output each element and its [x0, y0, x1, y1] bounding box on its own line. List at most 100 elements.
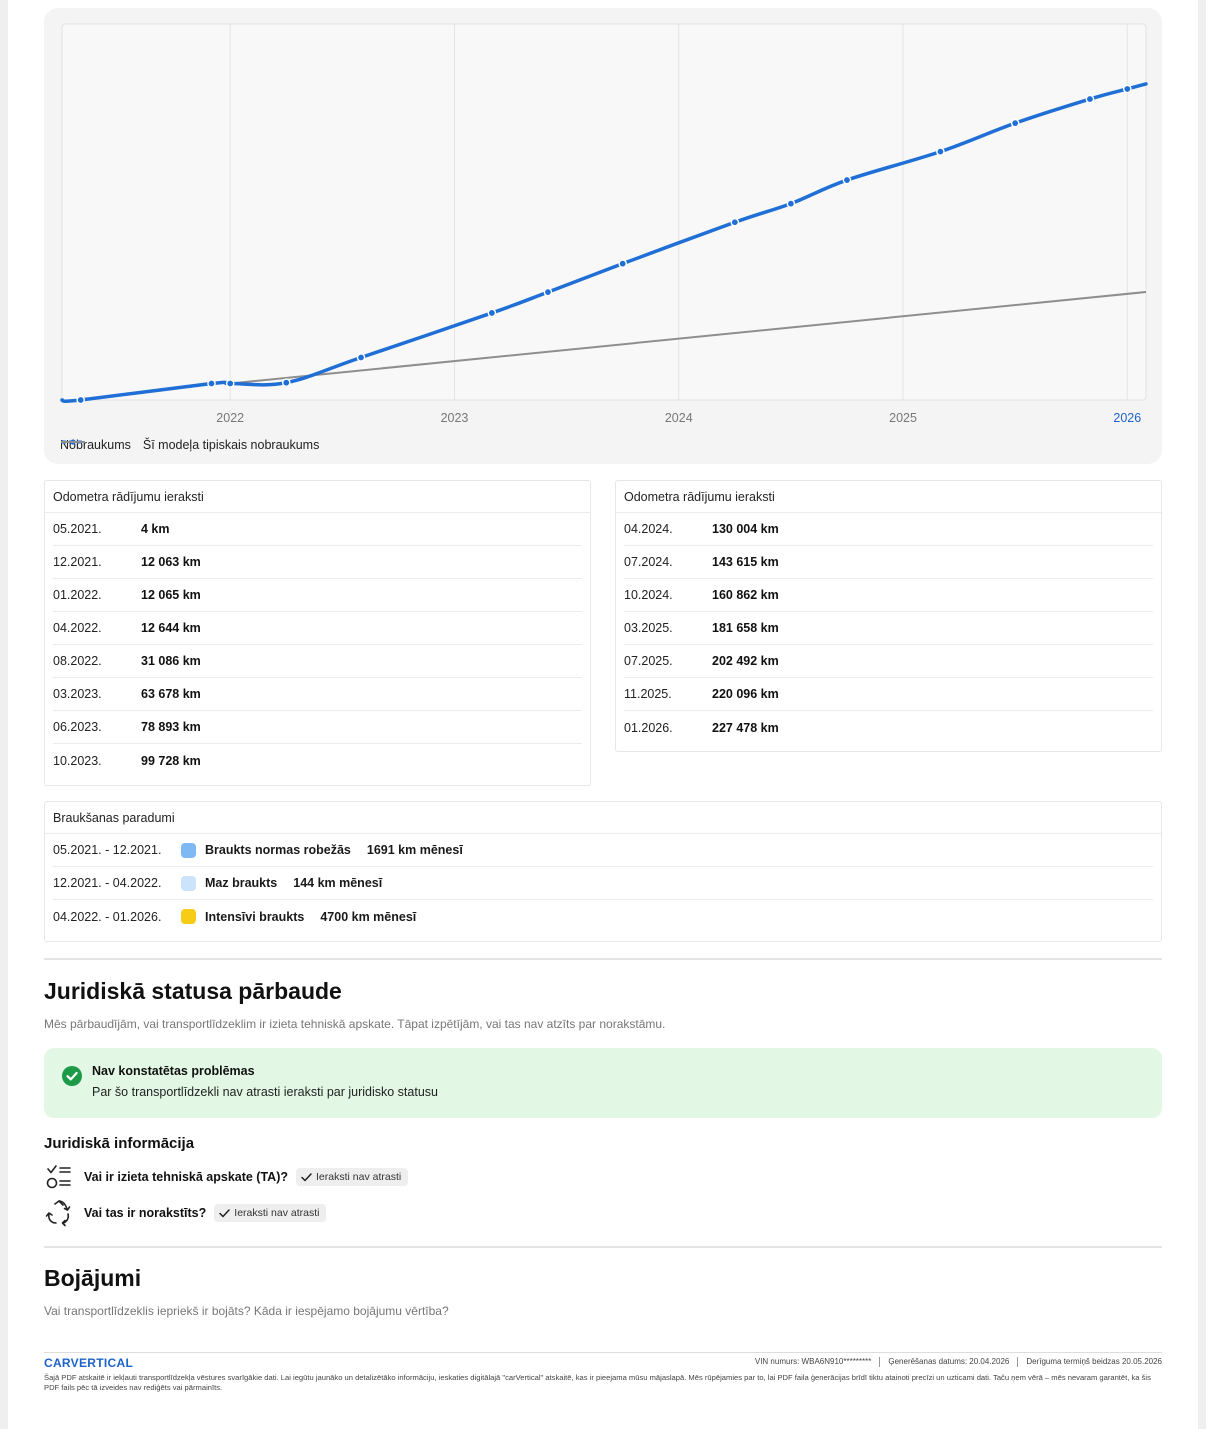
mileage-point [1123, 84, 1132, 94]
x-tick-label: 2022 [216, 411, 244, 425]
x-tick-label: 2024 [665, 411, 693, 425]
odometer-date: 08.2022. [53, 654, 102, 668]
odometer-date: 03.2023. [53, 687, 102, 701]
odometer-table-title: Odometra rādījumu ieraksti [616, 481, 1161, 513]
driving-habits-table: Braukšanas paradumi 05.2021. - 12.2021. B… [44, 801, 1162, 942]
odometer-date: 10.2024. [624, 588, 673, 602]
written-off-result-text: Ieraksti nav atrasti [234, 1207, 320, 1219]
mileage-point [730, 217, 740, 227]
check-circle-icon [62, 1066, 82, 1086]
odometer-value: 78 893 km [141, 720, 201, 734]
odometer-table-title: Odometra rādījumu ieraksti [45, 481, 590, 513]
mileage-point [281, 378, 291, 388]
habit-type: Braukts normas robežās [205, 843, 351, 857]
odometer-date: 05.2021. [53, 522, 102, 536]
mileage-point [356, 353, 366, 362]
footer-vin: VIN numurs: WBA6N910********* [754, 1357, 872, 1366]
odometer-row: 01.2026. 227 478 km [624, 711, 1153, 744]
odometer-value: 63 678 km [141, 687, 201, 701]
odometer-row: 10.2023. 99 728 km [53, 744, 582, 777]
odometer-row: 03.2025. 181 658 km [624, 612, 1153, 645]
habit-period: 12.2021. - 04.2022. [53, 876, 162, 890]
section-divider [44, 1246, 1162, 1248]
mileage-point [1010, 118, 1020, 128]
odometer-value: 130 004 km [712, 522, 779, 536]
inspection-result-badge: Ieraksti nav atrasti [296, 1168, 409, 1186]
check-icon [219, 1208, 231, 1217]
odometer-row: 01.2022. 12 065 km [53, 579, 582, 612]
mileage-point [1085, 94, 1095, 104]
mileage-point [225, 379, 235, 388]
odometer-row: 08.2022. 31 086 km [53, 645, 582, 678]
odometer-row: 04.2022. 12 644 km [53, 612, 582, 645]
habit-rate: 144 km mēnesī [293, 876, 383, 890]
inspection-result-text: Ieraksti nav atrasti [316, 1171, 402, 1183]
footer-valid-until: Derīguma termiņš beidzas 20.05.2026 [1026, 1357, 1162, 1366]
odometer-row: 03.2023. 63 678 km [53, 678, 582, 711]
odometer-row: 11.2025. 220 096 km [624, 678, 1153, 711]
footer-divider [44, 1352, 1162, 1353]
driving-habits-title: Braukšanas paradumi [45, 802, 1161, 834]
odometer-value: 202 492 km [712, 654, 779, 668]
legal-row-inspection: Vai ir izieta tehniskā apskate (TA)? Ier… [44, 1163, 409, 1191]
driving-habit-row: 04.2022. - 01.2026. Intensīvi braukts 4700… [53, 900, 1153, 933]
odometer-value: 227 478 km [712, 720, 779, 735]
mileage-point [936, 147, 945, 156]
odometer-value: 12 644 km [141, 621, 201, 635]
check-icon [301, 1172, 312, 1181]
odometer-date: 10.2023. [53, 753, 102, 768]
habit-type: Maz braukts [205, 876, 278, 890]
legend-typical-label: Šī modeļa tipiskais nobraukums [142, 438, 320, 452]
mileage-point [618, 259, 627, 268]
habit-period: 05.2021. - 12.2021. [53, 843, 162, 857]
odometer-row: 04.2024. 130 004 km [624, 513, 1153, 546]
habit-period: 04.2022. - 01.2026. [53, 909, 162, 924]
footer-meta: VIN numurs: WBA6N910********* Ģenerēšana… [755, 1357, 1162, 1367]
odometer-value: 181 658 km [712, 621, 779, 635]
odometer-row: 10.2024. 160 862 km [624, 579, 1153, 612]
odometer-value: 12 065 km [141, 588, 201, 602]
x-tick-label: 2025 [889, 411, 917, 425]
driving-habit-row: 05.2021. - 12.2021. Braukts normas robežā… [53, 834, 1153, 867]
odometer-value: 31 086 km [141, 654, 201, 668]
driving-habit-row: 12.2021. - 04.2022. Maz braukts 144 km mēn… [53, 867, 1153, 900]
habit-color-swatch [181, 909, 196, 924]
legend-item-typical: Šī modeļa tipiskais nobraukums [61, 438, 320, 452]
mileage-point [786, 199, 796, 208]
footer-disclaimer: Šajā PDF atskaitē ir iekļauti transportl… [44, 1373, 1151, 1392]
damage-section-subtitle: Vai transportlīdzeklis iepriekš ir bojāt… [44, 1304, 449, 1318]
odometer-value: 4 km [141, 522, 170, 536]
footer-separator [1017, 1357, 1019, 1367]
mileage-chart: 2022 2023 2024 2025 2026 [60, 23, 1148, 425]
legal-section-subtitle: Mēs pārbaudījām, vai transportlīdzeklim … [44, 1017, 666, 1031]
odometer-table-left: Odometra rādījumu ieraksti 05.2021. 4 km 1… [44, 480, 591, 786]
brand-logo: CARVERTICAL [44, 1356, 134, 1370]
odometer-date: 12.2021. [53, 555, 102, 569]
odometer-value: 220 096 km [712, 687, 779, 701]
odometer-table-right: Odometra rādījumu ieraksti 04.2024. 130 0… [615, 480, 1162, 752]
odometer-row: 12.2021. 12 063 km [53, 546, 582, 579]
legend-typical-swatch [61, 441, 85, 443]
footer-separator [879, 1357, 881, 1367]
x-tick-label: 2026 [1113, 411, 1141, 425]
plot-area [61, 23, 1147, 401]
mileage-point [76, 395, 85, 405]
habit-color-swatch [181, 842, 196, 858]
odometer-value: 99 728 km [141, 753, 201, 768]
odometer-date: 01.2022. [53, 588, 102, 602]
damage-section-title: Bojājumi [44, 1265, 142, 1291]
habit-rate: 4700 km mēnesī [320, 909, 417, 924]
odometer-value: 143 615 km [712, 555, 779, 569]
recycle-icon [45, 1200, 71, 1227]
mileage-point [842, 175, 852, 185]
odometer-date: 01.2026. [624, 720, 673, 735]
habit-color-swatch [181, 875, 196, 891]
legal-status-description: Par šo transportlīdzekli nav atrasti ier… [92, 1085, 438, 1099]
legal-status-title: Nav konstatētas problēmas [92, 1064, 255, 1078]
odometer-date: 04.2024. [624, 522, 673, 536]
odometer-value: 160 862 km [712, 588, 779, 602]
habit-rate: 1691 km mēnesī [366, 843, 463, 857]
legal-status-box: Nav konstatētas problēmas Par šo transpo… [44, 1048, 1162, 1118]
legal-section-title: Juridiskā statusa pārbaude [44, 978, 342, 1004]
mileage-point [207, 379, 216, 388]
